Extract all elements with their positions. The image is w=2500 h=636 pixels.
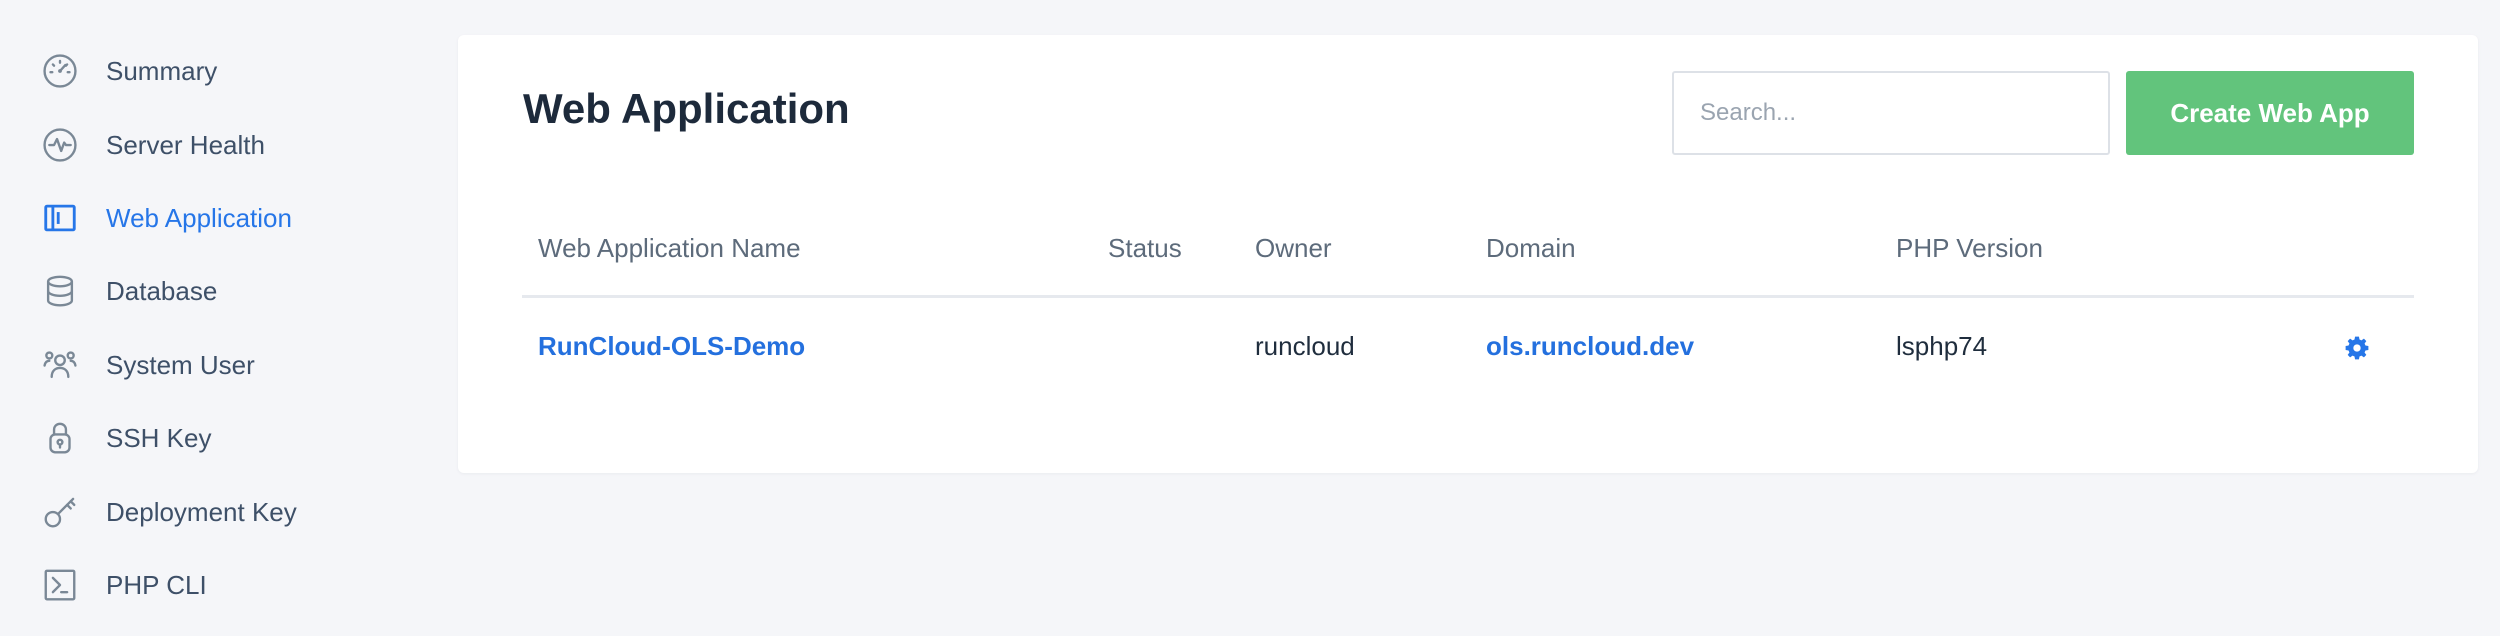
lock-icon — [38, 416, 82, 460]
web-application-card: Web Application Create Web App Web Appli… — [458, 35, 2478, 473]
gear-icon[interactable] — [2342, 333, 2372, 363]
sidebar-item-php-cli[interactable]: PHP CLI — [38, 561, 207, 609]
heartbeat-icon — [38, 123, 82, 167]
sidebar-item-web-application[interactable]: Web Application — [38, 194, 292, 242]
table-header-divider — [522, 295, 2414, 298]
gauge-icon — [38, 49, 82, 93]
column-header-domain: Domain — [1486, 233, 1576, 263]
browser-window-icon — [38, 196, 82, 240]
sidebar: Summary Server Health Web Application Da… — [0, 0, 430, 636]
sidebar-item-label: Database — [106, 275, 218, 306]
sidebar-item-label: System User — [106, 349, 255, 380]
sidebar-item-label: Web Application — [106, 202, 292, 233]
sidebar-item-label: Summary — [106, 55, 218, 86]
users-icon — [38, 343, 82, 387]
column-header-status: Status — [1108, 233, 1182, 263]
create-web-app-button[interactable]: Create Web App — [2126, 71, 2414, 155]
database-icon — [38, 269, 82, 313]
terminal-icon — [38, 563, 82, 607]
sidebar-item-label: PHP CLI — [106, 569, 207, 600]
sidebar-item-database[interactable]: Database — [38, 267, 217, 315]
sidebar-item-summary[interactable]: Summary — [38, 47, 217, 95]
web-app-php-version: lsphp74 — [1896, 331, 1988, 361]
sidebar-item-label: SSH Key — [106, 422, 212, 453]
sidebar-item-label: Deployment Key — [106, 496, 297, 527]
web-app-domain-link[interactable]: ols.runcloud.dev — [1486, 331, 1694, 362]
column-header-name: Web Application Name — [538, 233, 801, 263]
web-app-owner: runcloud — [1255, 331, 1355, 361]
web-app-name-link[interactable]: RunCloud-OLS-Demo — [538, 331, 805, 362]
sidebar-item-label: Server Health — [106, 129, 265, 160]
sidebar-item-ssh-key[interactable]: SSH Key — [38, 414, 212, 462]
sidebar-item-server-health[interactable]: Server Health — [38, 121, 265, 169]
column-header-php-version: PHP Version — [1896, 233, 2043, 263]
page-title: Web Application — [523, 85, 850, 132]
column-header-owner: Owner — [1255, 233, 1332, 263]
key-icon — [38, 490, 82, 534]
search-input[interactable] — [1672, 71, 2110, 155]
sidebar-item-system-user[interactable]: System User — [38, 341, 255, 389]
sidebar-item-deployment-key[interactable]: Deployment Key — [38, 488, 297, 536]
